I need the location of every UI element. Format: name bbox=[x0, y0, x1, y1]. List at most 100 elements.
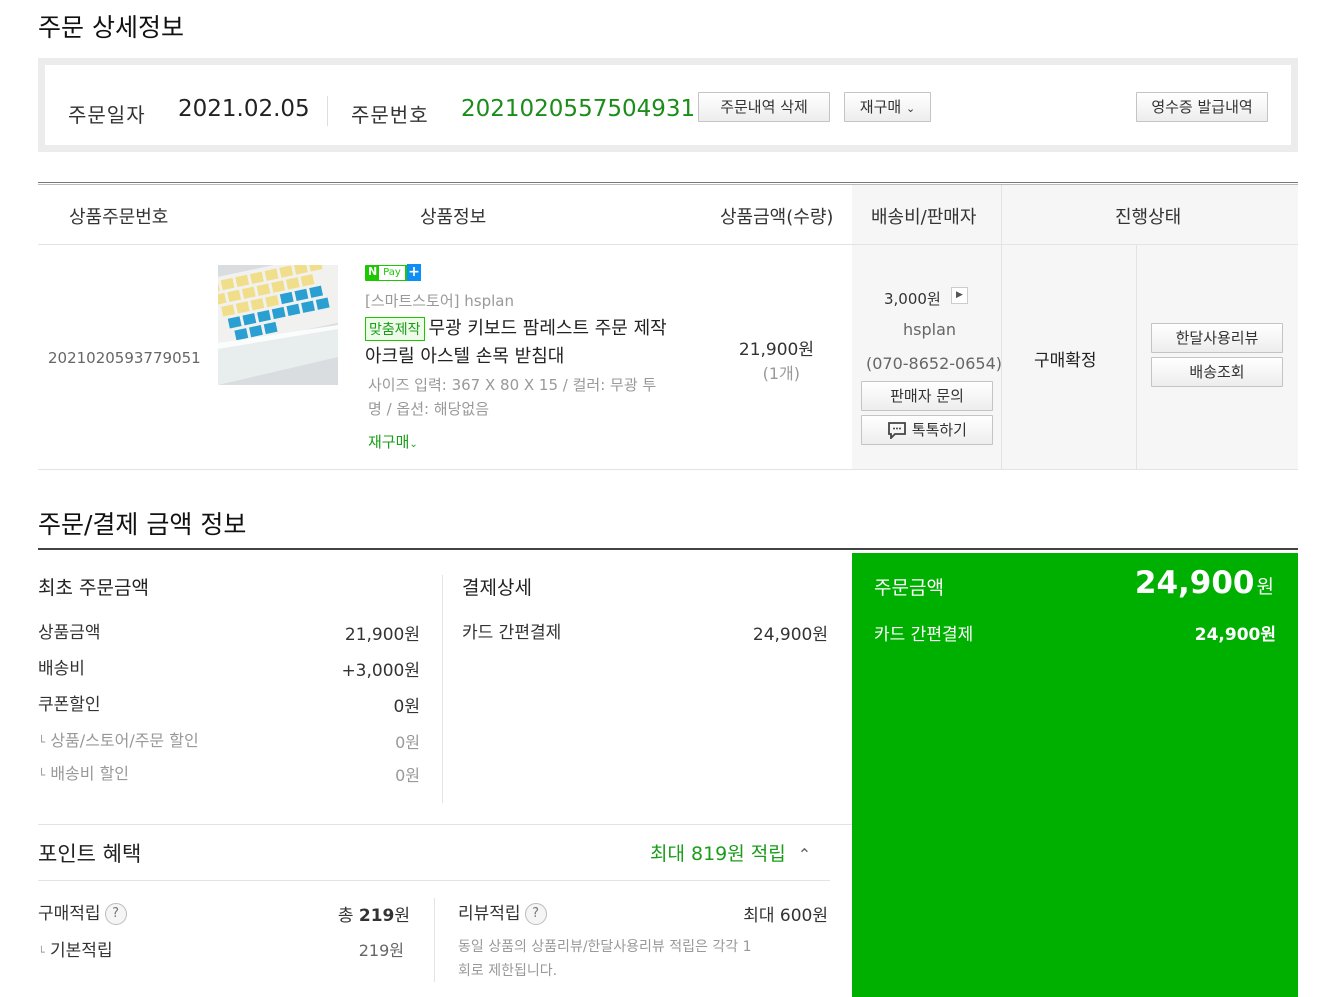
page-title: 주문 상세정보 bbox=[38, 13, 184, 42]
purchase-points-label: 구매적립 bbox=[38, 904, 101, 924]
receipt-history-button[interactable]: 영수증 발급내역 bbox=[1136, 92, 1268, 122]
payment-section-title: 주문/결제 금액 정보 bbox=[38, 510, 247, 539]
header-shipping-seller: 배송비/판매자 bbox=[871, 207, 977, 228]
review-note-line1: 동일 상품의 상품리뷰/한달사용리뷰 적립은 각각 1 bbox=[458, 939, 752, 955]
review-points-label: 리뷰적립 bbox=[458, 904, 521, 924]
order-total-panel: 주문금액 24,900 원 카드 간편결제 24,900원 bbox=[852, 553, 1298, 997]
shipping-detail-arrow-icon[interactable]: ▶ bbox=[951, 287, 968, 304]
review-points-value: 최대 600원 bbox=[743, 906, 828, 926]
basic-points: └ 기본적립 bbox=[38, 936, 113, 961]
order-summary-box: 주문일자 2021.02.05 주문번호 2021020557504931 주문… bbox=[38, 58, 1298, 152]
delivery-tracking-button-label: 배송조회 bbox=[1189, 363, 1245, 381]
chevron-up-icon: ⌃ bbox=[797, 845, 812, 864]
seller-phone: (070-8652-0654) bbox=[866, 354, 1003, 373]
product-order-number: 2021020593779051 bbox=[48, 349, 201, 367]
chevron-down-icon: ⌄ bbox=[905, 102, 916, 115]
header-divider bbox=[38, 244, 1298, 245]
reorder-link-label: 재구매 bbox=[368, 433, 410, 451]
product-store-discount-value: 0원 bbox=[395, 733, 420, 752]
order-total-value: 24,900 bbox=[1134, 565, 1255, 601]
points-header-divider bbox=[38, 880, 830, 881]
purchase-points-total: 총 219원 bbox=[280, 901, 410, 926]
payment-detail-title: 결제상세 bbox=[462, 577, 532, 599]
header-product-order-no: 상품주문번호 bbox=[69, 207, 169, 228]
product-quantity: (1개) bbox=[762, 364, 800, 383]
payment-section-border bbox=[38, 548, 1298, 550]
talktalk-button[interactable]: 톡톡하기 bbox=[861, 415, 993, 445]
shipping-discount-value: 0원 bbox=[395, 766, 420, 785]
payment-divider bbox=[442, 575, 443, 803]
payment-detail-value: 24,900원 bbox=[752, 625, 828, 645]
product-thumbnail[interactable] bbox=[218, 265, 338, 385]
receipt-history-button-label: 영수증 발급내역 bbox=[1151, 98, 1253, 116]
product-name-line1: 무광 키보드 팜레스트 주문 제작 bbox=[428, 318, 667, 339]
points-divider bbox=[434, 898, 435, 982]
purchase-points-unit: 원 bbox=[394, 906, 410, 926]
coupon-discount-value: 0원 bbox=[393, 697, 420, 717]
column-divider bbox=[1001, 185, 1002, 470]
purchase-points: 구매적립? bbox=[38, 899, 127, 925]
basic-points-value: 219원 bbox=[358, 941, 404, 960]
seller-name[interactable]: hsplan bbox=[903, 320, 956, 339]
product-amount-label: 상품금액 bbox=[38, 623, 101, 643]
store-name[interactable]: [스마트스토어] hsplan bbox=[365, 290, 514, 311]
branch-icon: └ bbox=[38, 946, 45, 959]
npay-badge: N Pay + bbox=[365, 264, 421, 281]
seller-inquiry-button[interactable]: 판매자 문의 bbox=[861, 381, 993, 411]
product-amount-value: 21,900원 bbox=[344, 625, 420, 645]
delivery-tracking-button[interactable]: 배송조회 bbox=[1151, 357, 1283, 387]
product-options-line2: 명 / 옵션: 해당없음 bbox=[368, 400, 490, 418]
shipping-discount-label: 배송비 할인 bbox=[50, 764, 130, 783]
reorder-button-label: 재구매 bbox=[859, 98, 902, 116]
order-date-label: 주문일자 bbox=[68, 103, 146, 127]
review-points: 리뷰적립? bbox=[458, 899, 547, 925]
product-name[interactable]: 맞춤제작 무광 키보드 팜레스트 주문 제작 bbox=[365, 314, 667, 341]
monthly-review-button[interactable]: 한달사용리뷰 bbox=[1151, 323, 1283, 353]
product-name-line2[interactable]: 아크릴 아스텔 손목 받침대 bbox=[365, 342, 564, 368]
seller-inquiry-button-label: 판매자 문의 bbox=[890, 387, 964, 405]
points-top-border bbox=[38, 824, 852, 825]
chat-bubble-icon bbox=[888, 422, 906, 441]
product-image bbox=[218, 265, 338, 385]
reorder-dropdown-button[interactable]: 재구매 ⌄ bbox=[844, 92, 931, 122]
help-icon[interactable]: ? bbox=[524, 903, 547, 925]
coupon-discount-label: 쿠폰할인 bbox=[38, 695, 101, 715]
order-number: 2021020557504931 bbox=[461, 96, 696, 122]
product-store-discount-label: 상품/스토어/주문 할인 bbox=[50, 731, 199, 750]
header-price-qty: 상품금액(수량) bbox=[720, 207, 834, 228]
order-total-label: 주문금액 bbox=[874, 577, 944, 599]
header-status: 진행상태 bbox=[1115, 207, 1182, 228]
initial-amount-title: 최초 주문금액 bbox=[38, 577, 149, 599]
shipping-amount-label: 배송비 bbox=[38, 659, 85, 679]
review-note-line2: 회로 제한됩니다. bbox=[458, 963, 558, 979]
table-bottom-border bbox=[38, 469, 1298, 470]
order-date: 2021.02.05 bbox=[178, 96, 310, 122]
product-store-discount: └ 상품/스토어/주문 할인 bbox=[38, 727, 199, 751]
product-price: 21,900원 bbox=[738, 340, 814, 360]
delete-order-button[interactable]: 주문내역 삭제 bbox=[698, 92, 830, 122]
order-number-label: 주문번호 bbox=[351, 103, 429, 127]
column-divider bbox=[1136, 245, 1137, 470]
reorder-link[interactable]: 재구매⌄ bbox=[368, 431, 418, 452]
product-options-line1: 사이즈 입력: 367 X 80 X 15 / 컬러: 무광 투 bbox=[368, 376, 657, 394]
purchase-points-prefix: 총 bbox=[337, 906, 354, 926]
order-total-unit: 원 bbox=[1256, 576, 1274, 598]
payment-detail-label: 카드 간편결제 bbox=[462, 623, 562, 643]
shipping-amount-value: +3,000원 bbox=[341, 661, 420, 681]
order-status: 구매확정 bbox=[1034, 351, 1097, 371]
branch-icon: └ bbox=[38, 735, 46, 749]
plus-icon: + bbox=[407, 264, 421, 281]
order-total-method-label: 카드 간편결제 bbox=[874, 625, 974, 645]
points-max-summary[interactable]: 최대 819원 적립 ⌃ bbox=[650, 839, 811, 866]
custom-made-tag: 맞춤제작 bbox=[365, 317, 425, 341]
chevron-down-icon: ⌄ bbox=[409, 439, 418, 450]
shipping-discount: └ 배송비 할인 bbox=[38, 760, 129, 784]
monthly-review-button-label: 한달사용리뷰 bbox=[1175, 329, 1259, 347]
help-icon[interactable]: ? bbox=[104, 903, 127, 925]
order-total-method-value: 24,900원 bbox=[1194, 625, 1276, 645]
basic-points-label: 기본적립 bbox=[50, 941, 113, 961]
npay-label: Pay bbox=[379, 266, 405, 280]
order-total-amount: 24,900 원 bbox=[1135, 565, 1274, 601]
points-title: 포인트 혜택 bbox=[38, 842, 142, 866]
delete-order-button-label: 주문내역 삭제 bbox=[720, 98, 808, 116]
